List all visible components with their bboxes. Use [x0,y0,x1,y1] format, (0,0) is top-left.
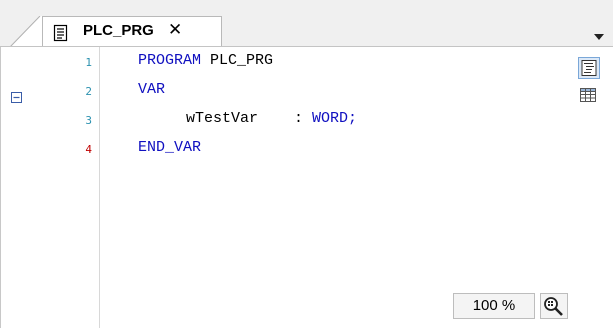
line-number-3: 3 [85,114,92,127]
textual-view-icon[interactable] [578,57,600,79]
zoom-level[interactable]: 100 % [453,293,535,319]
document-icon [53,24,69,46]
gutter-separator [99,47,100,328]
code-editor[interactable]: 1 2 3 4 PROGRAM PLC_PRG VAR wTestVar : W… [0,47,613,328]
code-line-4: END_VAR [138,139,201,156]
tab-plc-prg[interactable]: PLC_PRG ✕ [42,16,222,47]
code-line-3: wTestVar : WORD; [186,110,357,127]
keyword-end-var: END_VAR [138,139,202,156]
type-word: WORD; [312,110,358,127]
line-number-2: 2 [85,85,92,98]
program-name: PLC_PRG [201,52,274,69]
keyword-var: VAR [138,81,166,98]
tab-title: PLC_PRG [83,22,154,39]
tab-strip: PLC_PRG ✕ [0,0,613,47]
type-colon: : [258,110,313,127]
left-border [0,47,1,328]
tabular-view-icon[interactable] [578,85,600,107]
collapse-minus-icon[interactable] [11,92,22,103]
line-number-4: 4 [85,143,92,156]
chevron-down-icon[interactable] [593,26,605,45]
keyword-program: PROGRAM [138,52,202,69]
close-icon[interactable]: ✕ [168,20,182,40]
variable-name: wTestVar [186,110,259,127]
code-line-1: PROGRAM PLC_PRG [138,52,273,69]
magnifier-icon[interactable] [540,293,568,319]
line-number-1: 1 [85,56,92,69]
code-line-2: VAR [138,81,165,98]
